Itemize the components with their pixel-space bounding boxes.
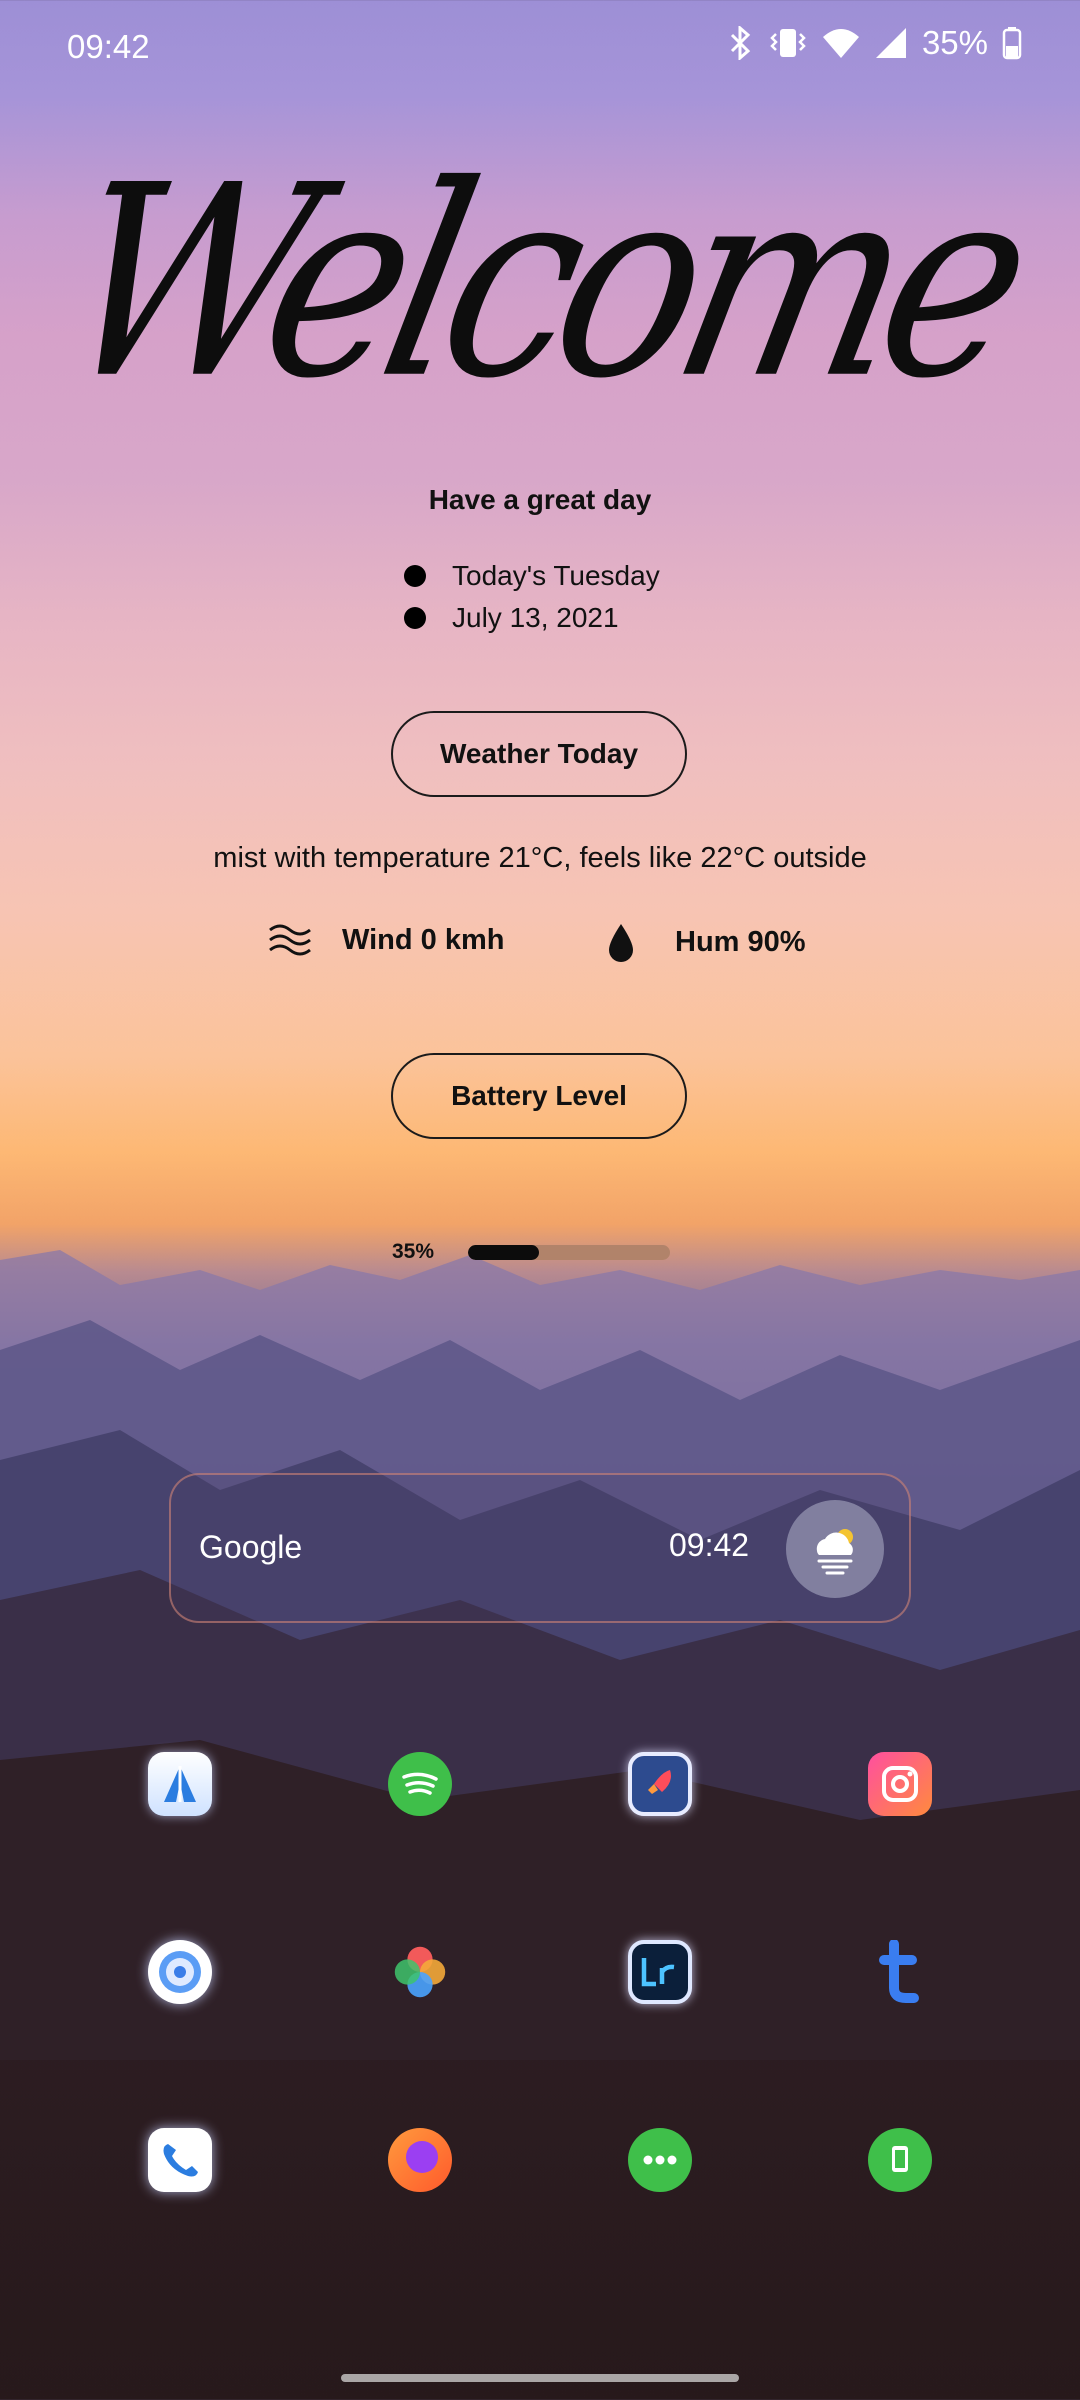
- welcome-heading: Welcome: [38, 129, 1042, 438]
- battery-progress-bar: [468, 1245, 670, 1260]
- mountain-landscape: [0, 1250, 1080, 2060]
- wind-stat: Wind 0 kmh: [268, 922, 504, 958]
- whatsapp-icon[interactable]: [868, 2128, 932, 2192]
- status-icons: 35%: [726, 24, 1022, 62]
- wind-text: Wind 0 kmh: [342, 923, 505, 956]
- weather-today-button[interactable]: Weather Today: [391, 711, 687, 797]
- wifi-icon: [822, 29, 859, 58]
- status-time: 09:42: [67, 28, 150, 65]
- day-text: Today's Tuesday: [452, 560, 660, 591]
- battery-icon: [1002, 27, 1022, 60]
- google-widget-time: 09:42: [669, 1527, 750, 1563]
- instagram-icon[interactable]: [868, 1752, 932, 1816]
- weather-button[interactable]: [786, 1500, 884, 1598]
- weather-summary: mist with temperature 21°C, feels like 2…: [213, 842, 867, 874]
- lightroom-icon[interactable]: [628, 1940, 692, 2004]
- day-line: Today's Tuesday: [404, 560, 660, 592]
- humidity-stat: Hum 90%: [607, 922, 806, 962]
- messages-icon[interactable]: [628, 2128, 692, 2192]
- rocket-app-icon[interactable]: [628, 1752, 692, 1816]
- welcome-subtitle: Have a great day: [428, 484, 652, 515]
- google-search-widget[interactable]: Google 09:42: [169, 1473, 911, 1623]
- humidity-text: Hum 90%: [675, 925, 806, 958]
- browser-icon[interactable]: [148, 1940, 212, 2004]
- bullet-icon: [404, 607, 426, 629]
- vibrate-icon: [770, 29, 806, 57]
- photos-icon[interactable]: [388, 1940, 452, 2004]
- battery-progress-fill: [468, 1245, 539, 1260]
- battery-level-button[interactable]: Battery Level: [391, 1053, 687, 1139]
- app-store-icon[interactable]: [148, 1752, 212, 1816]
- phone-icon[interactable]: [148, 2128, 212, 2192]
- home-gesture-bar[interactable]: [341, 2374, 739, 2382]
- cloud-sun-fog-icon: [816, 1529, 853, 1575]
- water-drop-icon: [609, 924, 633, 962]
- cell-signal-icon: [875, 28, 906, 58]
- bluetooth-icon: [730, 26, 751, 60]
- date-line: July 13, 2021: [404, 602, 619, 634]
- battery-percent: 35%: [392, 1240, 435, 1263]
- date-text: July 13, 2021: [452, 602, 619, 633]
- tumblr-icon[interactable]: [868, 1940, 932, 2004]
- wind-icon: [269, 924, 311, 956]
- spotify-icon[interactable]: [388, 1752, 452, 1816]
- bullet-icon: [404, 565, 426, 587]
- google-label: Google: [199, 1529, 303, 1565]
- status-battery-text: 35%: [921, 24, 988, 61]
- firefox-icon[interactable]: [388, 2128, 452, 2192]
